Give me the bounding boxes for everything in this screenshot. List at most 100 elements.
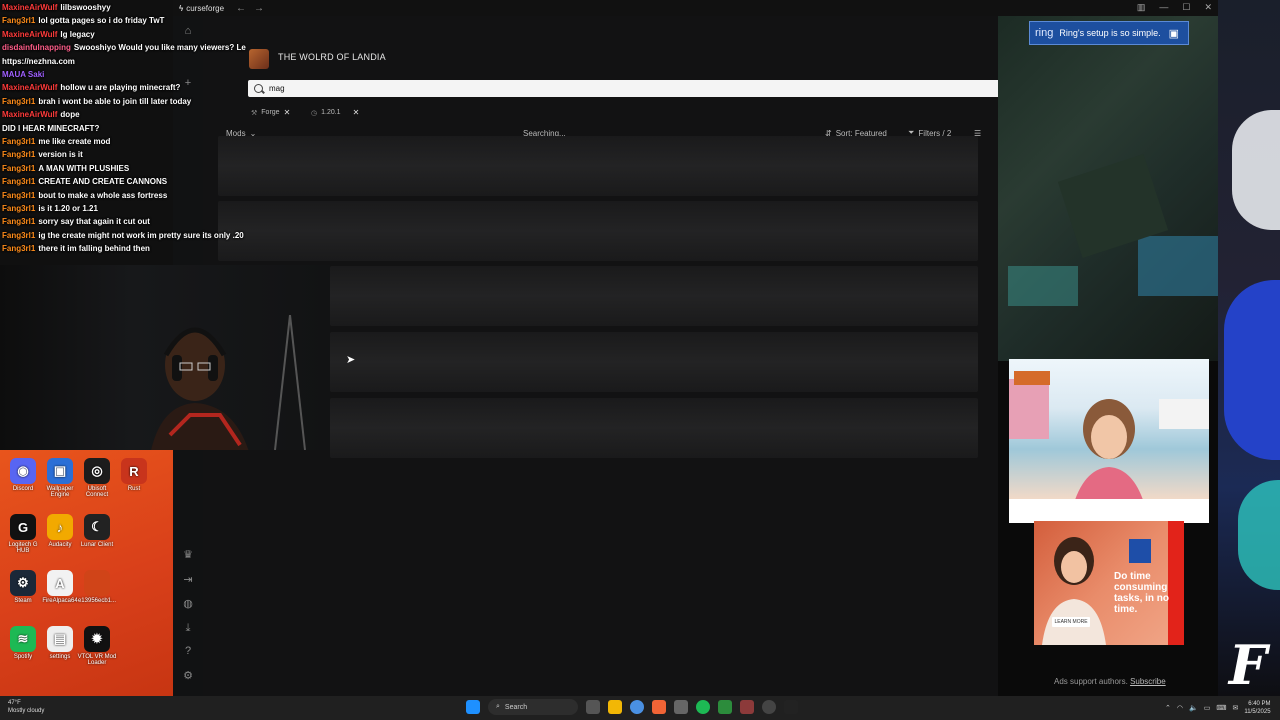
chat-message: Fang3rl1 is it 1.20 or 1.21 [2,204,98,215]
taskbar-apps: ⌕ Search [466,699,798,715]
clock-date: 11/5/2025 [1244,709,1271,715]
chat-message: disdainfulnapping Swooshiyo Would you lik… [2,43,246,54]
desktop-shortcut[interactable]: A FireAlpaca64 [40,570,80,604]
loading-row [330,266,978,326]
chat-message: Fang3rl1 brah i wont be able to join till… [2,97,191,108]
game-icon[interactable] [740,700,754,714]
chat-username: MaxineAirWulf [2,3,58,12]
chat-text: sorry say that again it cut out [38,217,150,227]
file-explorer-icon[interactable] [608,700,622,714]
chat-username: Fang3rl1 [2,177,36,187]
curseforge-taskbar-icon[interactable] [652,700,666,714]
wallpaper-engine-icon: ▣ [47,458,73,484]
video-ad[interactable] [1009,359,1209,523]
desktop-shortcut[interactable]: ♪ Audacity [40,514,80,548]
chat-username: Fang3rl1 [2,230,36,240]
desktop-shortcut[interactable]: ▣ Wallpaper Engine [40,458,80,498]
chat-message: https://nezhna.com [2,57,75,68]
system-tray: ⌃ ◠ 🔈 ▭ ⌨ ✉ 6:40 PM 11/5/2025 [1165,700,1271,716]
chat-username: Fang3rl1 [2,244,36,254]
subscribe-link[interactable]: Subscribe [1130,677,1166,686]
minimize-button[interactable]: — [1159,2,1168,13]
taskbar-search[interactable]: ⌕ Search [488,699,578,715]
chat-message: MaxineAirWulf Ig legacy [2,30,95,41]
weather-temp: 47°F [8,700,21,706]
chat-username: MaxineAirWulf [2,110,58,120]
chat-text: me like create mod [38,137,111,146]
obs-icon[interactable] [762,700,776,714]
start-button-icon[interactable] [466,700,480,714]
app-icon[interactable] [674,700,688,714]
minecraft-launcher-icon[interactable] [718,700,732,714]
spotify-taskbar-icon[interactable] [696,700,710,714]
minecraft-background [998,16,1218,361]
desktop-shortcut-label: Wallpaper Engine [46,486,74,498]
desktop-shortcut[interactable]: G Logitech G HUB [3,514,43,554]
logitech-icon: G [10,514,36,540]
desktop-shortcut[interactable]: e13956ecb1... [77,570,117,604]
volume-icon[interactable]: 🔈 [1189,704,1198,712]
chrome-icon[interactable] [630,700,644,714]
learn-more-button[interactable]: LEARN MORE [1052,617,1090,627]
loading-row [218,201,978,261]
desktop-shortcut[interactable]: ≋ Spotify [3,626,43,660]
webcam-feed [0,265,330,450]
chat-text: there it im falling behind then [38,244,150,254]
window-close-button[interactable]: ✕ [1204,2,1212,13]
desktop-shortcut-label: Steam [14,598,32,604]
ring-ad-text: Ring's setup is so simple. [1059,28,1161,38]
desktop-shortcut[interactable]: ◎ Ubisoft Connect [77,458,117,498]
stream-brand-logo: F [1228,633,1268,697]
titlebar: ϟ curseforge ← → ▥ — ☐ ✕ [173,0,1218,16]
premium-crown-icon[interactable]: ♛ [181,548,195,562]
lenovo-banner-ad[interactable]: Do time consuming tasks, in no time. LEA… [1034,521,1184,645]
desktop-shortcut[interactable]: ▤ settings [40,626,80,660]
maximize-button[interactable]: ☐ [1182,2,1190,13]
desktop-shortcut[interactable]: R Rust [114,458,154,492]
version-label: 1.20.1 [321,109,341,116]
ubisoft-icon: ◎ [84,458,110,484]
language-icon[interactable]: ⌨ [1216,704,1226,712]
chat-text: bout to make a whole ass fortress [38,190,168,200]
chat-message: Fang3rl1 A MAN WITH PLUSHIES [2,164,129,175]
clock[interactable]: 6:40 PM 11/5/2025 [1244,700,1270,716]
chat-message: MaxineAirWulf hollow u are playing minecr… [2,83,180,94]
task-view-icon[interactable] [586,700,600,714]
video-ad-image [1009,371,1209,523]
chat-message: MaxineAirWulf lilbswooshyy [2,3,111,14]
globe-icon[interactable]: ◍ [181,597,195,611]
help-icon[interactable]: ? [181,644,195,658]
desktop-shortcut-label: Rust [127,486,141,492]
settings-gear-icon[interactable]: ⚙ [181,669,195,683]
weather-desc: Mostly cloudy [8,708,45,714]
steam-icon: ⚙ [10,570,36,596]
desktop-shortcut[interactable]: ☾ Lunar Client [77,514,117,548]
desktop-shortcut[interactable]: ◉ Discord [3,458,43,492]
mail-icon[interactable]: ✉ [1232,704,1238,712]
chat-text: brah i wont be able to join till later t… [38,96,192,106]
network-icon[interactable]: ◠ [1177,704,1183,712]
chat-text: Swooshiyo Would you like many viewers? L… [73,43,246,53]
desktop-shortcut[interactable]: ✹ VTOL VR Mod Loader [77,626,117,666]
search-input[interactable] [269,84,989,93]
download-icon[interactable]: ⤓ [181,621,195,635]
streamer-silhouette [151,327,249,450]
chat-message: Fang3rl1 there it im falling behind then [2,244,150,255]
battery-icon[interactable]: ▭ [1204,704,1211,712]
login-icon[interactable]: ⇥ [181,573,195,587]
curseforge-active-icon[interactable] [784,700,798,714]
chat-text: lol gotta pages so i do friday TwT [38,16,165,26]
chat-text: version is it [38,150,83,160]
ring-banner-ad[interactable]: ring Ring's setup is so simple. ▣ [1029,21,1189,45]
chat-text: hollow u are playing minecraft? [60,83,181,93]
desktop-wallpaper-right [1218,0,1280,696]
weather-widget[interactable]: 47°F Mostly cloudy [8,699,44,715]
taskbar-search-label: Search [504,703,528,711]
sidebar-toggle-icon[interactable]: ▥ [1137,2,1146,13]
firealpaca-icon: A [47,570,73,596]
desktop-shortcut[interactable]: ⚙ Steam [3,570,43,604]
ring-device-icon: ▣ [1168,27,1180,40]
remove-version-icon[interactable]: ✕ [353,108,360,117]
chat-username: Fang3rl1 [2,163,36,173]
tray-chevron-icon[interactable]: ⌃ [1165,704,1171,712]
